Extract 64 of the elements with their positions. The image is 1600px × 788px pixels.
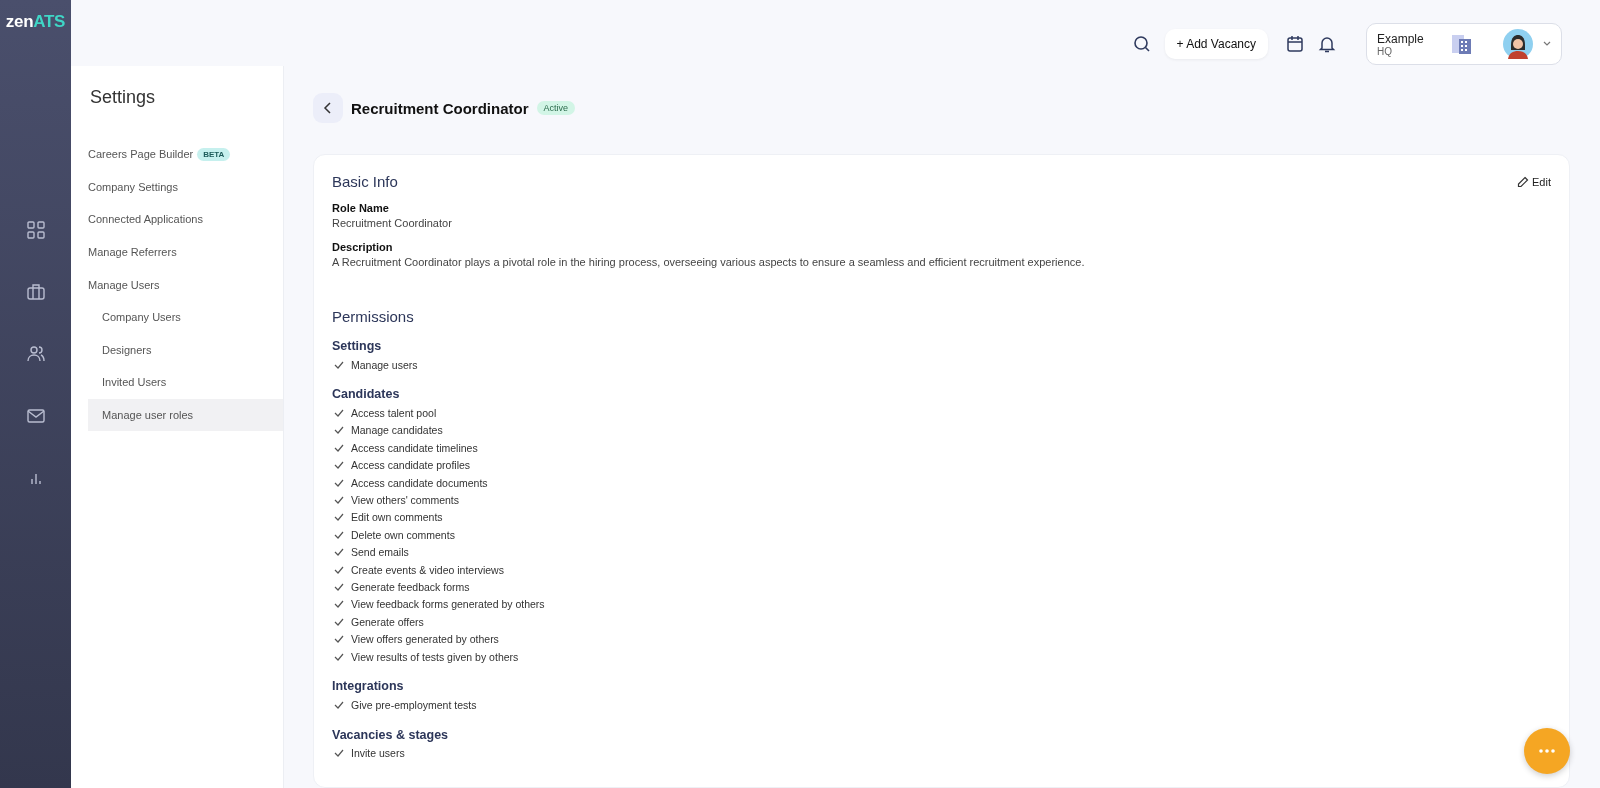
permission-item: Access talent pool xyxy=(351,407,437,420)
settings-nav-item[interactable]: Careers Page Builder BETA xyxy=(88,138,283,171)
settings-nav-item[interactable]: Connected Applications xyxy=(88,203,283,236)
settings-nav-item[interactable]: Manage Users xyxy=(88,268,283,301)
permission-item: Generate offers xyxy=(351,615,424,628)
permission-group-heading: Vacancies & stages xyxy=(332,727,450,742)
edit-button[interactable]: Edit xyxy=(1517,175,1551,188)
people-icon[interactable] xyxy=(25,344,46,364)
check-icon xyxy=(334,749,344,758)
permission-item: View offers generated by others xyxy=(351,633,499,646)
permission-item: Create events & video interviews xyxy=(351,563,504,576)
permission-item: Invite users xyxy=(351,747,405,760)
settings-nav-item[interactable]: Designers xyxy=(88,333,283,367)
permission-item: View others' comments xyxy=(351,494,460,507)
field-value: A Recruitment Coordinator plays a pivotal role in the hiring process, overseeing various aspects to ensure a seamless and efficient recruitment experience. xyxy=(332,256,1086,268)
permission-item: Generate feedback forms xyxy=(351,581,470,593)
permission-item: Manage candidates xyxy=(351,424,443,437)
permission-item: View feedback forms generated by others xyxy=(351,598,545,611)
permission-group-heading: Settings xyxy=(332,339,383,353)
permission-group-heading: Integrations xyxy=(332,679,405,694)
check-icon xyxy=(334,700,344,709)
permission-item: Access candidate profiles xyxy=(351,459,471,472)
field-label: Role Name xyxy=(332,202,390,214)
more-icon xyxy=(1539,749,1555,753)
building-icon xyxy=(1451,33,1473,55)
settings-nav-item[interactable]: Manage Referrers xyxy=(88,235,283,269)
bell-icon[interactable] xyxy=(1318,35,1336,53)
permission-item: Access candidate timelines xyxy=(351,441,478,454)
status-badge: Active xyxy=(536,101,576,115)
permission-item: View results of tests given by others xyxy=(351,650,519,663)
beta-badge: BETA xyxy=(197,147,231,161)
permission-group-heading: Candidates xyxy=(332,387,401,402)
settings-nav-item[interactable]: Manage user roles xyxy=(88,398,283,432)
company-location: HQ xyxy=(1377,45,1392,57)
avatar xyxy=(1503,29,1533,59)
settings-title: Settings xyxy=(90,87,157,108)
check-icon xyxy=(334,360,344,369)
calendar-icon[interactable] xyxy=(1286,35,1304,53)
permission-item: Give pre-employment tests xyxy=(351,698,477,711)
logo-text: zen xyxy=(5,12,34,31)
dashboard-icon[interactable] xyxy=(25,220,46,240)
chevron-down-icon xyxy=(1543,41,1551,47)
company-switcher[interactable]: Example HQ xyxy=(1366,23,1562,65)
briefcase-icon[interactable] xyxy=(25,282,46,302)
mail-icon[interactable] xyxy=(25,406,46,426)
logo-text: ATS xyxy=(33,12,66,31)
section-heading: Basic Info xyxy=(332,173,398,190)
add-vacancy-button[interactable]: + Add Vacancy xyxy=(1164,29,1268,59)
permission-item: Send emails xyxy=(351,546,409,559)
settings-nav-item[interactable]: Invited Users xyxy=(88,366,283,399)
permission-item: Delete own comments xyxy=(351,528,455,541)
pencil-icon xyxy=(1517,175,1530,188)
role-title: Recruitment Coordinator xyxy=(351,99,529,117)
field-value: Recruitment Coordinator xyxy=(332,217,453,229)
settings-nav-item[interactable]: Company Users xyxy=(88,300,283,334)
settings-nav-item[interactable]: Company Settings xyxy=(88,170,283,204)
section-heading: Permissions xyxy=(332,308,415,325)
company-name: Example xyxy=(1377,31,1425,46)
search-icon[interactable] xyxy=(1132,35,1151,53)
back-button[interactable] xyxy=(313,93,343,123)
permission-item: Edit own comments xyxy=(351,511,443,524)
permission-item: Manage users xyxy=(351,358,418,371)
permission-item: Access candidate documents xyxy=(351,476,488,489)
field-label: Description xyxy=(332,241,394,253)
